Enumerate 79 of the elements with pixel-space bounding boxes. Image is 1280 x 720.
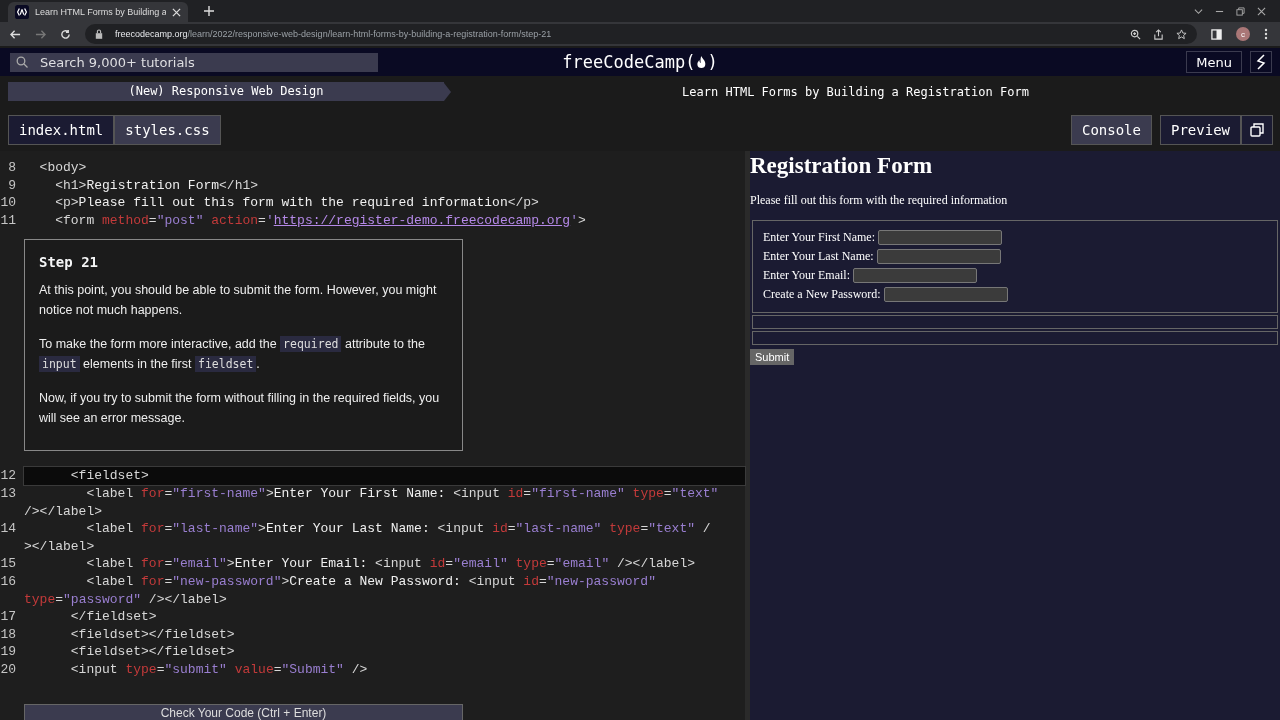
line-number: 19 — [0, 643, 17, 661]
breadcrumb-arrow — [444, 82, 451, 101]
code-line: <label for="first-name">Enter Your First Name: <input id="first-name" type="text" — [85, 484, 720, 503]
forward-icon[interactable] — [35, 28, 46, 40]
file-tab[interactable]: index.html — [8, 115, 115, 145]
file-tab[interactable]: styles.css — [114, 115, 221, 145]
search-icon — [16, 56, 28, 68]
restore-icon[interactable] — [1236, 7, 1245, 16]
line-number: 12 — [0, 467, 17, 485]
logo-icon — [15, 5, 29, 19]
pane-tab[interactable]: Console — [1070, 115, 1152, 145]
line-number: 8 — [7, 159, 17, 177]
flame-icon — [696, 55, 707, 69]
line-number: 15 — [0, 555, 17, 573]
line-number: 18 — [0, 625, 17, 644]
breadcrumb-link[interactable]: (New) Responsive Web Design — [8, 82, 444, 101]
preview-text: Please fill out this form with the required information — [750, 193, 1009, 208]
code-line: /></label> — [24, 502, 103, 521]
code-line: <label for="email">Enter Your Email: <input id="email" type="email" /></label> — [85, 555, 697, 573]
preview-heading: Registration Form — [750, 153, 934, 179]
code-line: <p>Please fill out this form with the required information</p> — [54, 194, 540, 212]
field-label: Enter Your Email: — [763, 268, 850, 283]
address-bar[interactable]: freecodecamp.org/learn/2022/responsive-web-design/learn-html-forms-by-building-a-registration-form/step-21 — [85, 24, 1197, 44]
instruction-text: To make the form more interactive, add the required attribute to the input elements in the first fieldset . — [39, 335, 426, 375]
close-icon[interactable] — [1257, 7, 1266, 16]
field-label: Enter Your Last Name: — [763, 249, 874, 264]
star-icon[interactable] — [1176, 28, 1187, 40]
code-line: <label for="last-name">Enter Your Last Name: <input id="last-name" type="text" / — [85, 520, 712, 538]
windows-icon — [1250, 123, 1264, 137]
lesson-title: Learn HTML Forms by Building a Registration Form — [681, 84, 1030, 99]
line-number: 13 — [0, 484, 17, 503]
site-logo[interactable]: freeCodeCamp( ) — [562, 52, 718, 72]
line-number: 16 — [0, 572, 17, 591]
reload-icon[interactable] — [60, 28, 71, 40]
input-field[interactable] — [878, 230, 1002, 245]
new-tab-icon[interactable] — [204, 6, 214, 16]
code-line: <h1>Registration Form</h1> — [54, 176, 260, 195]
line-number: 20 — [0, 660, 17, 679]
field-label: Enter Your First Name: — [763, 230, 875, 245]
code-line: <fieldset></fieldset> — [69, 643, 236, 661]
code-line: <input type="submit" value="Submit" /> — [69, 660, 369, 679]
lock-icon — [95, 29, 103, 39]
input-field[interactable] — [853, 268, 977, 283]
line-number: 10 — [0, 194, 17, 212]
search-input[interactable]: Search 9,000+ tutorials — [38, 53, 338, 71]
code-line: ></label> — [24, 537, 96, 556]
menu-button[interactable]: Menu — [1186, 51, 1242, 73]
line-number: 11 — [0, 211, 17, 230]
line-number: 14 — [0, 520, 17, 538]
browser-tab[interactable]: Learn HTML Forms by Building a — [8, 2, 188, 22]
input-field[interactable] — [883, 287, 1008, 302]
code-line: <form method="post" action='https://register-demo.freecodecamp.org'> — [54, 211, 587, 230]
code-line: <body> — [38, 159, 88, 177]
line-number: 17 — [0, 608, 17, 626]
instruction-text: Now, if you try to submit the form without filling in the required fields, you will see an error message. — [39, 390, 441, 428]
zoom-icon[interactable] — [1130, 28, 1141, 40]
zigzag-icon — [1256, 54, 1266, 70]
input-field[interactable] — [876, 249, 1001, 264]
share-icon[interactable] — [1153, 28, 1164, 40]
step-title: Step 21 — [39, 254, 99, 271]
code-line: </fieldset> — [69, 608, 158, 626]
submit-button[interactable]: Submit — [750, 349, 795, 365]
search-field[interactable]: Search 9,000+ tutorials — [10, 52, 378, 72]
field-label: Create a New Password: — [763, 287, 881, 302]
sidebar-icon[interactable] — [1211, 28, 1222, 40]
url-text: freecodecamp.org/learn/2022/responsive-web-design/learn-html-forms-by-building-a-registration-form/step-21 — [115, 29, 552, 39]
more-icon[interactable] — [1264, 28, 1268, 40]
profile-avatar[interactable]: c — [1236, 27, 1250, 41]
toggle-button[interactable] — [1250, 51, 1272, 73]
code-line: type="password" /></label> — [24, 590, 228, 609]
line-number: 9 — [7, 176, 17, 195]
check-code-button[interactable]: Check Your Code (Ctrl + Enter) — [24, 704, 463, 720]
back-icon[interactable] — [10, 28, 21, 40]
pane-tab[interactable]: Preview — [1160, 115, 1241, 145]
popout-button[interactable] — [1241, 115, 1273, 145]
chevron-down-icon[interactable] — [1194, 7, 1203, 16]
code-line: <label for="new-password">Create a New Password: <input id="new-password" — [85, 572, 657, 591]
instruction-text: At this point, you should be able to submit the form. However, you might notice not much happens. — [39, 282, 438, 320]
code-line: <fieldset></fieldset> — [69, 625, 236, 644]
